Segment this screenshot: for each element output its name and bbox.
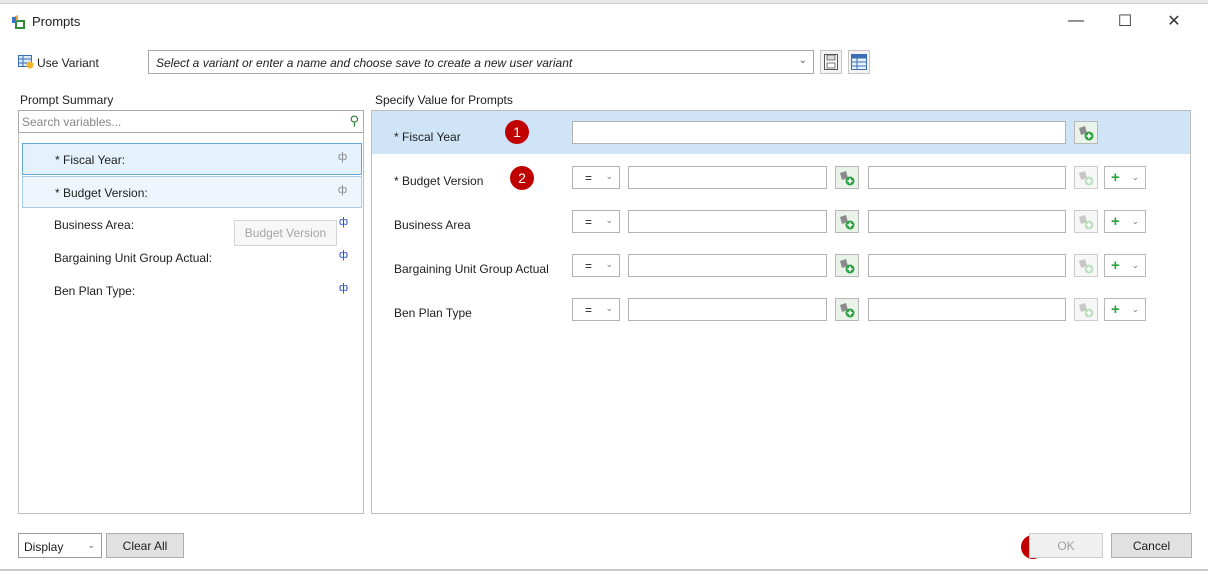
operator-value: = [585, 303, 593, 317]
window-title: Prompts [32, 14, 81, 29]
step-badge-1: 1 [505, 120, 529, 144]
value-help-icon [1079, 258, 1094, 273]
operator-dropdown[interactable]: = ⌄ [572, 166, 620, 189]
maximize-button[interactable]: ☐ [1103, 6, 1147, 36]
add-condition-button[interactable]: + ⌄ [1104, 254, 1146, 277]
summary-item-label: Bargaining Unit Group Actual: [54, 251, 213, 265]
variant-table-icon [18, 55, 34, 69]
clear-all-button[interactable]: Clear All [106, 533, 184, 558]
summary-item-bargaining-unit[interactable]: Bargaining Unit Group Actual: ф [22, 242, 362, 274]
operator-value: = [585, 171, 593, 185]
prompts-app-icon [11, 15, 25, 29]
operator-dropdown[interactable]: = ⌄ [572, 210, 620, 233]
summary-item-fiscal-year[interactable]: * Fiscal Year: ф [22, 143, 362, 175]
pin-icon[interactable]: ф [338, 151, 347, 163]
display-label: Display [24, 540, 64, 554]
prompt-label-fiscal-year: * Fiscal Year [394, 130, 461, 144]
value-help-icon [1079, 125, 1094, 140]
plus-icon: + [1111, 257, 1120, 274]
to-value-help-button[interactable] [1074, 298, 1098, 321]
from-value-input[interactable] [628, 210, 827, 233]
operator-value: = [585, 215, 593, 229]
value-help-icon [1079, 170, 1094, 185]
summary-item-label: * Fiscal Year: [55, 153, 126, 167]
prompt-label-budget-version: * Budget Version [394, 174, 484, 188]
pin-icon[interactable]: ф [338, 184, 347, 196]
plus-icon: + [1111, 169, 1120, 186]
chevron-down-icon[interactable]: ⌄ [1131, 304, 1139, 315]
from-value-input[interactable] [628, 166, 827, 189]
operator-value: = [585, 259, 593, 273]
operator-dropdown[interactable]: = ⌄ [572, 254, 620, 277]
value-help-icon [840, 170, 855, 185]
pin-icon[interactable]: ф [339, 216, 348, 228]
to-value-help-button[interactable] [1074, 166, 1098, 189]
from-value-help-button[interactable] [835, 210, 859, 233]
from-value-input[interactable] [628, 254, 827, 277]
operator-dropdown[interactable]: = ⌄ [572, 298, 620, 321]
to-value-input[interactable] [868, 166, 1066, 189]
display-dropdown[interactable]: Display ⌄ [18, 533, 102, 558]
save-variant-button[interactable] [820, 50, 842, 74]
cancel-button[interactable]: Cancel [1111, 533, 1192, 558]
variant-combobox[interactable]: Select a variant or enter a name and cho… [148, 50, 814, 74]
value-help-icon [840, 214, 855, 229]
pin-icon[interactable]: ф [339, 282, 348, 294]
chevron-down-icon[interactable]: ⌄ [1131, 260, 1139, 271]
close-button[interactable]: ✕ [1152, 6, 1196, 36]
step-badge-2: 2 [510, 166, 534, 190]
summary-item-label: * Budget Version: [55, 186, 148, 200]
specify-values-heading: Specify Value for Prompts [375, 93, 513, 107]
fiscal-year-input[interactable] [572, 121, 1066, 144]
value-help-icon [1079, 214, 1094, 229]
add-condition-button[interactable]: + ⌄ [1104, 210, 1146, 233]
search-icon[interactable]: ⚲ [349, 113, 359, 129]
add-condition-button[interactable]: + ⌄ [1104, 298, 1146, 321]
summary-item-label: Business Area: [54, 218, 135, 232]
chevron-down-icon[interactable]: ⌄ [605, 259, 613, 270]
pin-icon[interactable]: ф [339, 249, 348, 261]
add-condition-button[interactable]: + ⌄ [1104, 166, 1146, 189]
to-value-input[interactable] [868, 254, 1066, 277]
summary-item-ben-plan-type[interactable]: Ben Plan Type: ф [22, 275, 362, 307]
search-placeholder: Search variables... [22, 115, 122, 129]
chevron-down-icon[interactable]: ⌄ [605, 215, 613, 226]
prompt-label-ben-plan-type: Ben Plan Type [394, 306, 472, 320]
value-help-icon [840, 258, 855, 273]
fiscal-year-value-help-button[interactable] [1074, 121, 1098, 144]
plus-icon: + [1111, 301, 1120, 318]
to-value-input[interactable] [868, 210, 1066, 233]
value-help-icon [840, 302, 855, 317]
prompt-label-business-area: Business Area [394, 218, 471, 232]
value-help-icon [1079, 302, 1094, 317]
title-bar [0, 4, 1208, 40]
to-value-help-button[interactable] [1074, 210, 1098, 233]
table-icon [851, 54, 867, 70]
chevron-down-icon[interactable]: ⌄ [87, 540, 95, 551]
from-value-help-button[interactable] [835, 166, 859, 189]
chevron-down-icon[interactable]: ⌄ [605, 303, 613, 314]
prompt-label-bargaining-unit: Bargaining Unit Group Actual [394, 262, 549, 276]
save-icon [824, 54, 838, 70]
chevron-down-icon[interactable]: ⌄ [1131, 216, 1139, 227]
summary-item-label: Ben Plan Type: [54, 284, 136, 298]
from-value-help-button[interactable] [835, 298, 859, 321]
minimize-button[interactable]: — [1054, 6, 1098, 36]
use-variant-label: Use Variant [37, 56, 99, 70]
summary-item-budget-version[interactable]: * Budget Version: ф [22, 176, 362, 208]
prompt-summary-heading: Prompt Summary [20, 93, 114, 107]
from-value-help-button[interactable] [835, 254, 859, 277]
to-value-input[interactable] [868, 298, 1066, 321]
chevron-down-icon[interactable]: ⌄ [1131, 172, 1139, 183]
search-variables-input[interactable]: Search variables... ⚲ [18, 110, 364, 133]
chevron-down-icon[interactable]: ⌄ [605, 171, 613, 182]
variant-placeholder: Select a variant or enter a name and cho… [156, 56, 573, 70]
manage-variants-button[interactable] [848, 50, 870, 74]
ok-button[interactable]: OK [1029, 533, 1103, 558]
plus-icon: + [1111, 213, 1120, 230]
from-value-input[interactable] [628, 298, 827, 321]
to-value-help-button[interactable] [1074, 254, 1098, 277]
drag-tooltip: Budget Version [234, 220, 337, 246]
chevron-down-icon[interactable]: ⌄ [799, 55, 807, 66]
